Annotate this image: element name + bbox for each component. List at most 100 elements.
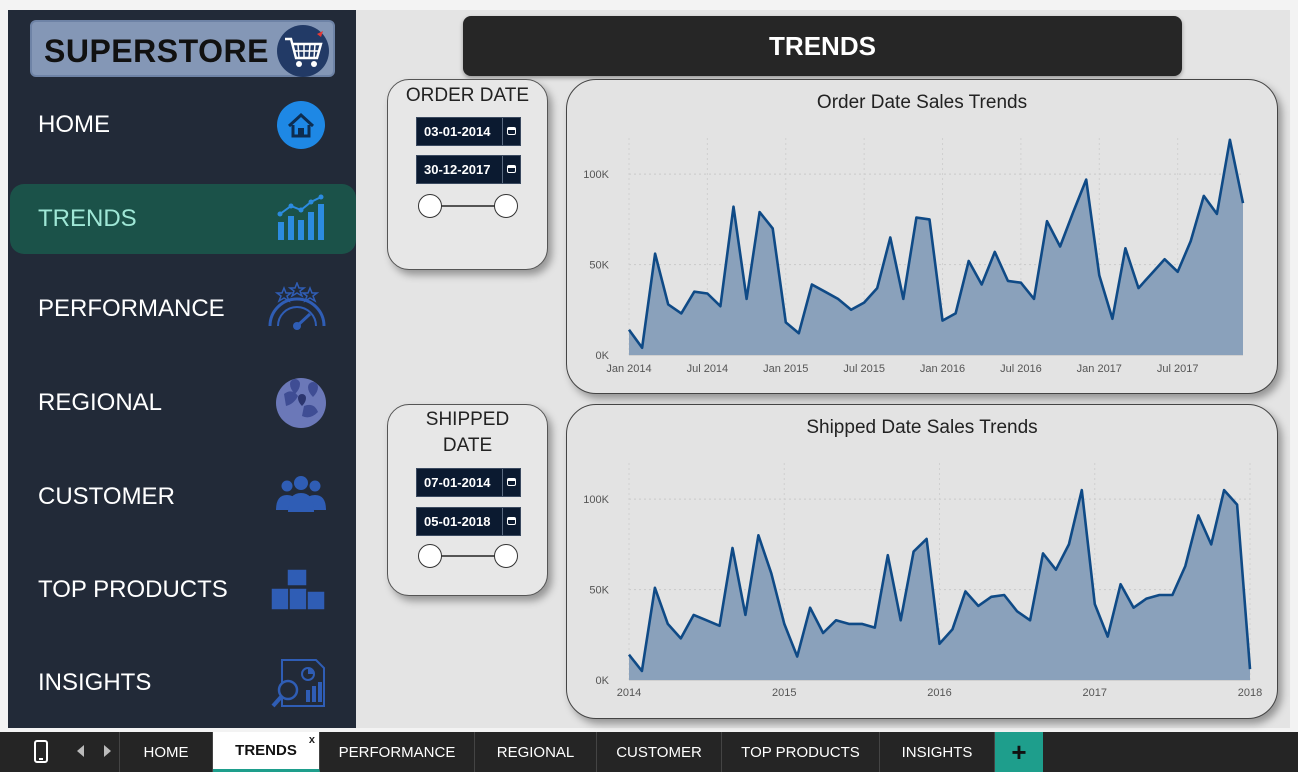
data-point: [963, 589, 967, 593]
x-tick-label: Jul 2016: [1000, 363, 1042, 375]
data-point: [901, 297, 905, 301]
data-point: [679, 311, 683, 315]
data-point: [821, 631, 825, 635]
data-point: [1119, 582, 1123, 586]
data-point: [758, 210, 762, 214]
data-point: [1150, 272, 1154, 276]
order-date-range-slider[interactable]: [418, 194, 518, 218]
calendar-icon[interactable]: [502, 469, 520, 496]
x-tick-label: Jan 2015: [763, 363, 808, 375]
data-point: [705, 292, 709, 296]
tab-customer[interactable]: CUSTOMER: [597, 732, 722, 772]
data-point: [732, 205, 736, 209]
tab-top-products[interactable]: TOP PRODUCTS: [722, 732, 880, 772]
sidebar-item-label: INSIGHTS: [38, 669, 152, 696]
order-date-sales-chart[interactable]: Order Date Sales Trends 0K 50K 100K Jan 201…: [566, 79, 1278, 394]
data-point: [1110, 317, 1114, 321]
shopping-cart-icon: [277, 25, 329, 77]
data-point: [847, 622, 851, 626]
data-point: [1136, 286, 1140, 290]
data-point: [705, 618, 709, 622]
page-title: TRENDS: [463, 16, 1182, 76]
data-point: [862, 301, 866, 305]
data-point: [849, 308, 853, 312]
data-point: [1202, 194, 1206, 198]
gauge-stars-icon: [266, 280, 328, 336]
slider-start-handle[interactable]: [418, 544, 442, 568]
shipped-date-sales-chart[interactable]: Shipped Date Sales Trends 0K 50K 100K 2014 2…: [566, 404, 1278, 719]
data-point: [1045, 219, 1049, 223]
people-group-icon: [274, 470, 328, 524]
tab-insights[interactable]: INSIGHTS: [880, 732, 995, 772]
mobile-layout-icon[interactable]: [34, 740, 48, 763]
data-point: [912, 550, 916, 554]
data-point: [1080, 488, 1084, 492]
shipped-date-range-slider[interactable]: [418, 544, 518, 568]
sidebar-item-trends[interactable]: TRENDS: [10, 184, 356, 254]
x-tick-label: Jul 2014: [687, 363, 729, 375]
tab-performance[interactable]: PERFORMANCE: [320, 732, 475, 772]
data-point: [938, 642, 942, 646]
data-point: [950, 627, 954, 631]
sidebar-item-performance[interactable]: PERFORMANCE: [8, 274, 356, 344]
shipped-date-slicer: SHIPPED DATE 07-01-2014 05-01-2018: [387, 404, 548, 596]
data-point: [745, 297, 749, 301]
shipped-end-date-input[interactable]: 05-01-2018: [416, 507, 521, 536]
x-tick-label: 2018: [1238, 687, 1262, 699]
data-point: [653, 586, 657, 590]
calendar-icon[interactable]: [502, 118, 520, 145]
slider-end-handle[interactable]: [494, 194, 518, 218]
data-point: [836, 297, 840, 301]
data-point: [627, 653, 631, 657]
data-point: [1015, 609, 1019, 613]
next-page-icon[interactable]: [104, 745, 111, 757]
data-point: [1028, 618, 1032, 622]
slider-end-handle[interactable]: [494, 544, 518, 568]
data-point: [823, 290, 827, 294]
sidebar-item-home[interactable]: HOME: [8, 90, 356, 160]
add-page-button[interactable]: +: [995, 732, 1043, 772]
sidebar-item-regional[interactable]: REGIONAL: [8, 368, 356, 438]
data-point: [1170, 593, 1174, 597]
data-point: [771, 226, 775, 230]
shipped-start-date-input[interactable]: 07-01-2014: [416, 468, 521, 497]
tab-trends[interactable]: TRENDS x: [213, 732, 320, 772]
calendar-icon[interactable]: [502, 156, 520, 183]
tab-home[interactable]: HOME: [119, 732, 213, 772]
data-point: [1215, 212, 1219, 216]
data-point: [993, 250, 997, 254]
y-tick-label: 100K: [583, 169, 609, 181]
tab-label: CUSTOMER: [616, 743, 702, 761]
data-point: [1106, 635, 1110, 639]
close-tab-icon[interactable]: x: [309, 734, 315, 746]
data-point: [914, 216, 918, 220]
data-point: [1176, 270, 1180, 274]
data-point: [1189, 239, 1193, 243]
sidebar-item-insights[interactable]: INSIGHTS: [8, 648, 356, 718]
data-point: [967, 259, 971, 263]
data-point: [666, 302, 670, 306]
data-point: [1071, 210, 1075, 214]
data-point: [954, 311, 958, 315]
data-point: [640, 669, 644, 673]
logo: SUPERSTORE: [30, 20, 335, 77]
slider-start-handle[interactable]: [418, 194, 442, 218]
sidebar-item-top-products[interactable]: TOP PRODUCTS: [8, 555, 356, 625]
order-start-date-input[interactable]: 03-01-2014: [416, 117, 521, 146]
data-point: [1006, 279, 1010, 283]
prev-page-icon[interactable]: [77, 745, 84, 757]
data-point: [1097, 273, 1101, 277]
order-date-slicer: ORDER DATE 03-01-2014 30-12-2017: [387, 79, 548, 270]
sidebar-item-customer[interactable]: CUSTOMER: [8, 462, 356, 532]
y-tick-label: 0K: [596, 675, 610, 687]
sidebar: SUPERSTORE HOME TRENDS PERFORMANCE REGIO…: [8, 10, 356, 728]
slicer-title: DATE: [442, 435, 493, 456]
data-point: [782, 622, 786, 626]
calendar-icon[interactable]: [502, 508, 520, 535]
order-end-date-input[interactable]: 30-12-2017: [416, 155, 521, 184]
data-point: [941, 319, 945, 323]
data-point: [873, 626, 877, 630]
sidebar-item-label: CUSTOMER: [38, 483, 175, 510]
trend-bars-icon: [274, 192, 328, 246]
tab-regional[interactable]: REGIONAL: [475, 732, 597, 772]
